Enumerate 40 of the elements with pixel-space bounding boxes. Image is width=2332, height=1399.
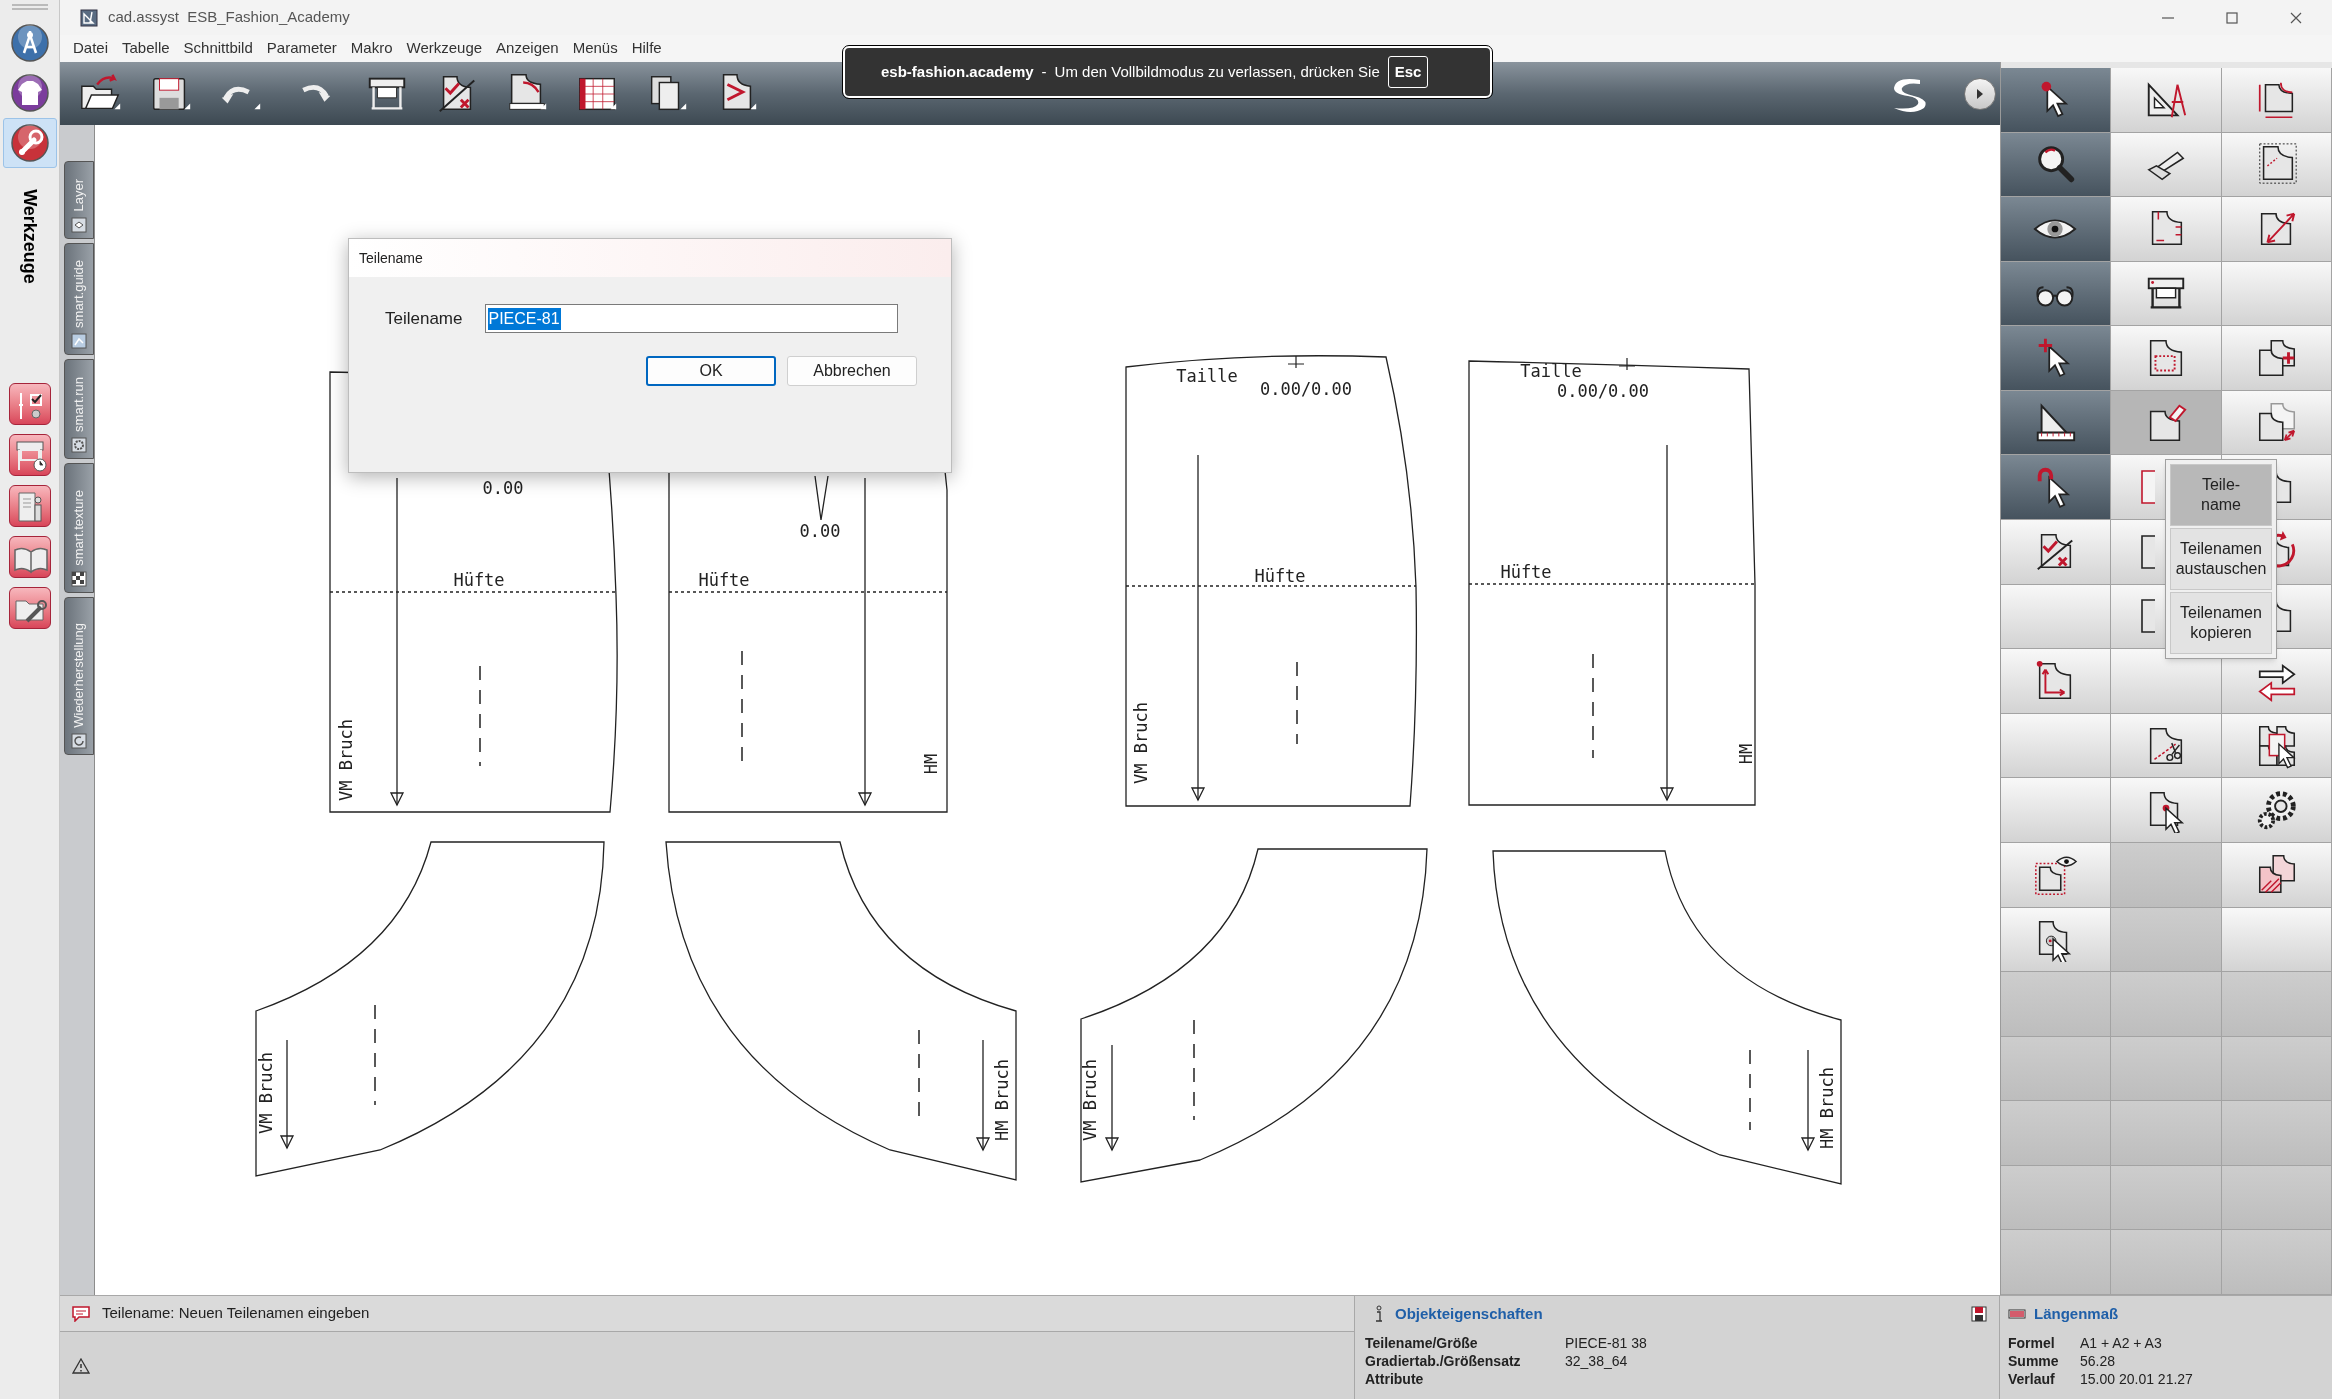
dialog-title: Teilename [359,248,423,268]
measure-label: Formel [2008,1334,2056,1352]
grain-label: HM [921,753,941,775]
panel-title: Werkzeuge [19,189,41,284]
hip-label: Hüfte [453,570,505,590]
grain-label: VM Bruch [1080,1059,1100,1141]
measure-label: Verlauf [2008,1370,2056,1388]
grain-label: VM Bruch [1131,702,1151,784]
field-label: Teilename [385,307,463,330]
waist-label: Taille [1176,366,1238,386]
measure-label: Summe [2008,1352,2060,1370]
measure-label: 0.00 [799,521,841,541]
property-value: PIECE-81 38 [1565,1334,1648,1352]
grain-label: HM [1736,743,1756,765]
notice-separator: - [1041,61,1047,82]
section-title: Objekteigenschaften [1395,1303,1543,1324]
grain-label: HM Bruch [992,1059,1012,1141]
window-title: cad.assyst ESB_Fashion_Academy [108,7,350,28]
property-label: Attribute [1365,1370,1425,1388]
hip-label: Hüfte [1500,562,1552,582]
measure-value: 15.00 20.01 21.27 [2080,1370,2194,1388]
hip-label: Hüfte [1254,566,1306,586]
measure-value: 56.28 [2080,1352,2117,1370]
measure-label: 0.00/0.00 [1556,381,1650,401]
grain-label: VM Bruch [336,719,356,801]
property-label: Gradiertab./Größensatz [1365,1352,1522,1370]
grain-label: VM Bruch [256,1052,276,1134]
section-title: Längenmaß [2034,1303,2119,1324]
measure-label: 0.00/0.00 [1259,379,1353,399]
grain-label: HM Bruch [1817,1067,1837,1149]
waist-label: Taille [1520,361,1582,381]
property-value: 32_38_64 [1565,1352,1629,1370]
key-badge: Esc [1387,56,1429,88]
status-message: Teilename: Neuen Teilenamen eingeben [102,1303,370,1324]
property-label: Teilename/Größe [1365,1334,1479,1352]
hip-label: Hüfte [698,570,750,590]
measure-value: A1 + A2 + A3 [2080,1334,2163,1352]
measure-label: 0.00 [482,478,524,498]
notice-text: Um den Vollbildmodus zu verlassen, drücken Sie [1054,61,1380,82]
notice-site: esb-fashion.academy [881,61,1034,82]
